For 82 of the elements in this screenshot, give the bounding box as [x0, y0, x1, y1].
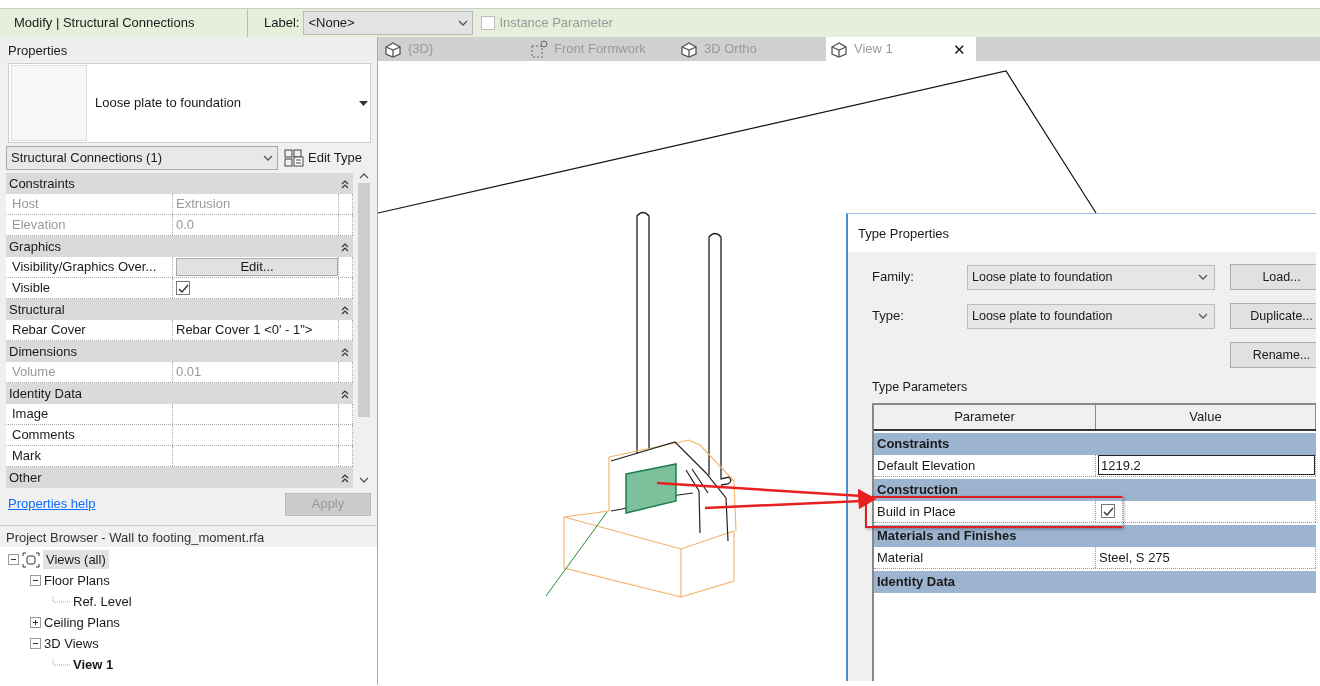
property-value: 0.01: [176, 363, 202, 382]
parameter-name: Default Elevation: [874, 454, 1096, 476]
view-tab[interactable]: View 1 ✕: [826, 37, 976, 61]
tree-item[interactable]: Views (all): [43, 549, 109, 570]
property-name: Volume: [6, 362, 173, 382]
caret-icon: [1198, 313, 1208, 319]
property-name: Comments: [6, 425, 173, 445]
group-header[interactable]: Structural: [6, 299, 353, 320]
collapse-icon: [341, 388, 349, 399]
views-icon: [22, 551, 40, 568]
property-name: Visibility/Graphics Over...: [6, 257, 173, 277]
caret-icon: [458, 20, 469, 26]
load-button[interactable]: Load...: [1230, 264, 1316, 290]
column-header: Parameter: [874, 404, 1096, 429]
collapse-icon[interactable]: [8, 554, 19, 565]
dropdown[interactable]: Loose plate to foundation: [967, 264, 1215, 290]
label-dropdown[interactable]: <None>: [303, 11, 474, 35]
group-header[interactable]: Graphics: [6, 236, 353, 257]
group-header: Identity Data: [874, 570, 1316, 593]
edit-type-icon[interactable]: [284, 149, 304, 167]
column-header: Value: [1096, 404, 1316, 429]
scroll-up-icon: [358, 173, 369, 179]
dialog-title: Type Properties: [848, 214, 1316, 252]
steel-plate-shape[interactable]: [625, 462, 679, 516]
group-header: Constraints: [874, 432, 1316, 455]
visible-checkbox[interactable]: [176, 281, 190, 295]
collapse-icon[interactable]: [30, 638, 41, 649]
collapse-icon[interactable]: [30, 575, 41, 586]
collapse-icon: [341, 472, 349, 483]
property-value: Rebar Cover 1 <0' - 1">: [176, 321, 313, 340]
label-caption: Label:: [264, 14, 300, 33]
dropdown[interactable]: Loose plate to foundation: [967, 303, 1215, 329]
dashed-square-icon: [530, 39, 548, 59]
parameter-name: Material: [874, 546, 1096, 568]
expand-icon[interactable]: [30, 617, 41, 628]
group-header[interactable]: Constraints: [6, 173, 353, 194]
tree-item[interactable]: View 1: [73, 654, 114, 675]
property-name: Image: [6, 404, 173, 424]
section-label: Type Parameters: [871, 379, 969, 396]
value-input[interactable]: 1219.2: [1098, 455, 1315, 476]
close-button[interactable]: ✕: [953, 41, 966, 57]
filter-dropdown[interactable]: Structural Connections (1): [6, 146, 278, 170]
group-header: Construction: [874, 478, 1316, 501]
edit-type-button[interactable]: Edit Type: [284, 148, 362, 168]
property-value: 0.0: [176, 216, 195, 235]
caret-icon: [359, 100, 368, 106]
checkbox-label: Instance Parameter: [499, 14, 613, 33]
build-in-place-checkbox[interactable]: [1101, 504, 1115, 519]
type-selector[interactable]: Loose plate to foundation: [8, 63, 371, 143]
group-header[interactable]: Other: [6, 467, 353, 488]
properties-help-link[interactable]: Properties help: [8, 494, 96, 514]
property-name: Mark: [6, 446, 173, 466]
caret-icon: [263, 155, 273, 161]
rename-button[interactable]: Rename...: [1230, 342, 1316, 368]
field-label: Family:: [872, 268, 915, 287]
check-mark-icon: [176, 282, 190, 294]
field-label: Type:: [872, 307, 905, 326]
group-header: Materials and Finishes: [874, 524, 1316, 547]
edit-button[interactable]: Edit...: [176, 258, 338, 276]
group-header[interactable]: Identity Data: [6, 383, 353, 404]
property-name: Rebar Cover: [6, 320, 173, 340]
browser-title: Project Browser - Wall to footing_moment.rfa: [0, 525, 377, 547]
context-title: Modify | Structural Connections: [14, 14, 195, 33]
tree-item[interactable]: Ceiling Plans: [44, 612, 120, 633]
collapse-icon: [341, 241, 349, 252]
collapse-icon: [341, 178, 349, 189]
caret-icon: [1198, 274, 1208, 280]
tree-item[interactable]: 3D Views: [44, 633, 99, 654]
duplicate-button[interactable]: Duplicate...: [1230, 303, 1316, 329]
collapse-icon: [341, 304, 349, 315]
parameter-value: Steel, S 275: [1099, 548, 1170, 567]
property-name: Host: [6, 194, 173, 214]
check-mark-icon: [1101, 505, 1115, 517]
tree-item[interactable]: Ref. Level: [73, 591, 132, 612]
property-name: Visible: [6, 278, 173, 298]
property-value: Extrusion: [176, 195, 231, 214]
collapse-icon: [341, 346, 349, 357]
type-name: Loose plate to foundation: [94, 94, 242, 113]
group-header[interactable]: Dimensions: [6, 341, 353, 362]
scroll-down-icon: [358, 477, 369, 483]
property-name: Elevation: [6, 215, 173, 235]
tree-item[interactable]: Floor Plans: [44, 570, 110, 591]
